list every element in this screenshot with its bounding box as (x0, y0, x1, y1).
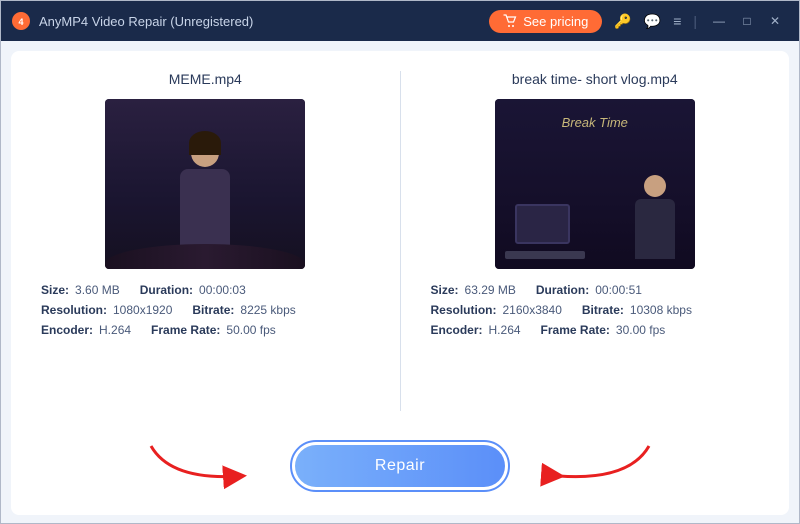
right-resolution-item: Resolution: 2160x3840 (431, 303, 562, 317)
window-title: AnyMP4 Video Repair (Unregistered) (39, 14, 489, 29)
left-info-row-1: Size: 3.60 MB Duration: 00:00:03 (41, 283, 370, 297)
window-controls: — □ ✕ (705, 7, 789, 35)
left-video-thumbnail (105, 99, 305, 269)
main-content: MEME.mp4 (11, 51, 789, 515)
toolbar-icons: 🔑 💬 ≡ | (614, 13, 697, 30)
svg-text:4: 4 (18, 17, 23, 27)
left-info-row-2: Resolution: 1080x1920 Bitrate: 8225 kbps (41, 303, 370, 317)
left-encoder-item: Encoder: H.264 (41, 323, 131, 337)
right-bitrate-label: Bitrate: (582, 303, 624, 317)
right-info-row-1: Size: 63.29 MB Duration: 00:00:51 (431, 283, 760, 297)
right-bitrate-value: 10308 kbps (630, 303, 692, 317)
minimize-button[interactable]: — (705, 7, 733, 35)
desk-shape (505, 251, 585, 259)
videos-row: MEME.mp4 (41, 71, 759, 411)
right-duration-item: Duration: 00:00:51 (536, 283, 642, 297)
left-framerate-item: Frame Rate: 50.00 fps (151, 323, 276, 337)
left-framerate-label: Frame Rate: (151, 323, 220, 337)
left-arrow-icon (141, 436, 261, 486)
right-info-row-3: Encoder: H.264 Frame Rate: 30.00 fps (431, 323, 760, 337)
right-bitrate-item: Bitrate: 10308 kbps (582, 303, 692, 317)
left-duration-value: 00:00:03 (199, 283, 246, 297)
left-video-title: MEME.mp4 (169, 71, 242, 87)
left-encoder-label: Encoder: (41, 323, 93, 337)
repair-button-wrapper: Repair (290, 440, 510, 492)
right-encoder-label: Encoder: (431, 323, 483, 337)
left-duration-item: Duration: 00:00:03 (140, 283, 246, 297)
right-framerate-value: 30.00 fps (616, 323, 665, 337)
right-encoder-value: H.264 (489, 323, 521, 337)
pricing-label: See pricing (523, 14, 588, 29)
left-duration-label: Duration: (140, 283, 193, 297)
left-video-panel: MEME.mp4 (41, 71, 401, 411)
left-resolution-value: 1080x1920 (113, 303, 172, 317)
left-info-row-3: Encoder: H.264 Frame Rate: 50.00 fps (41, 323, 370, 337)
left-resolution-item: Resolution: 1080x1920 (41, 303, 172, 317)
right-resolution-label: Resolution: (431, 303, 497, 317)
left-framerate-value: 50.00 fps (226, 323, 275, 337)
right-person-figure (635, 175, 675, 259)
right-video-panel: break time- short vlog.mp4 Break Time (401, 71, 760, 411)
repair-area: Repair (41, 431, 759, 501)
left-encoder-value: H.264 (99, 323, 131, 337)
right-info-row-2: Resolution: 2160x3840 Bitrate: 10308 kbp… (431, 303, 760, 317)
key-icon[interactable]: 🔑 (614, 13, 631, 30)
right-framerate-item: Frame Rate: 30.00 fps (541, 323, 666, 337)
right-video-title: break time- short vlog.mp4 (512, 71, 678, 87)
maximize-button[interactable]: □ (733, 7, 761, 35)
left-file-info: Size: 3.60 MB Duration: 00:00:03 Resolut… (41, 283, 370, 343)
right-arrow-icon (539, 436, 659, 486)
right-file-info: Size: 63.29 MB Duration: 00:00:51 Resolu… (431, 283, 760, 343)
right-size-label: Size: (431, 283, 459, 297)
repair-button[interactable]: Repair (295, 445, 505, 487)
menu-icon[interactable]: ≡ (673, 13, 681, 29)
title-bar: 4 AnyMP4 Video Repair (Unregistered) See… (1, 1, 799, 41)
left-size-item: Size: 3.60 MB (41, 283, 120, 297)
left-bitrate-item: Bitrate: 8225 kbps (192, 303, 295, 317)
right-duration-value: 00:00:51 (595, 283, 642, 297)
right-size-value: 63.29 MB (465, 283, 516, 297)
cart-icon (503, 14, 517, 28)
right-encoder-item: Encoder: H.264 (431, 323, 521, 337)
left-resolution-label: Resolution: (41, 303, 107, 317)
right-size-item: Size: 63.29 MB (431, 283, 516, 297)
separator: | (693, 13, 697, 29)
person-figure-left (180, 139, 230, 249)
right-duration-label: Duration: (536, 283, 589, 297)
app-logo-icon: 4 (11, 11, 31, 31)
left-bitrate-value: 8225 kbps (240, 303, 295, 317)
right-framerate-label: Frame Rate: (541, 323, 610, 337)
break-time-text: Break Time (562, 115, 628, 130)
see-pricing-button[interactable]: See pricing (489, 10, 602, 33)
left-size-label: Size: (41, 283, 69, 297)
left-bitrate-label: Bitrate: (192, 303, 234, 317)
left-size-value: 3.60 MB (75, 283, 120, 297)
right-resolution-value: 2160x3840 (503, 303, 562, 317)
close-button[interactable]: ✕ (761, 7, 789, 35)
chat-icon[interactable]: 💬 (644, 13, 661, 30)
right-video-thumbnail: Break Time (495, 99, 695, 269)
